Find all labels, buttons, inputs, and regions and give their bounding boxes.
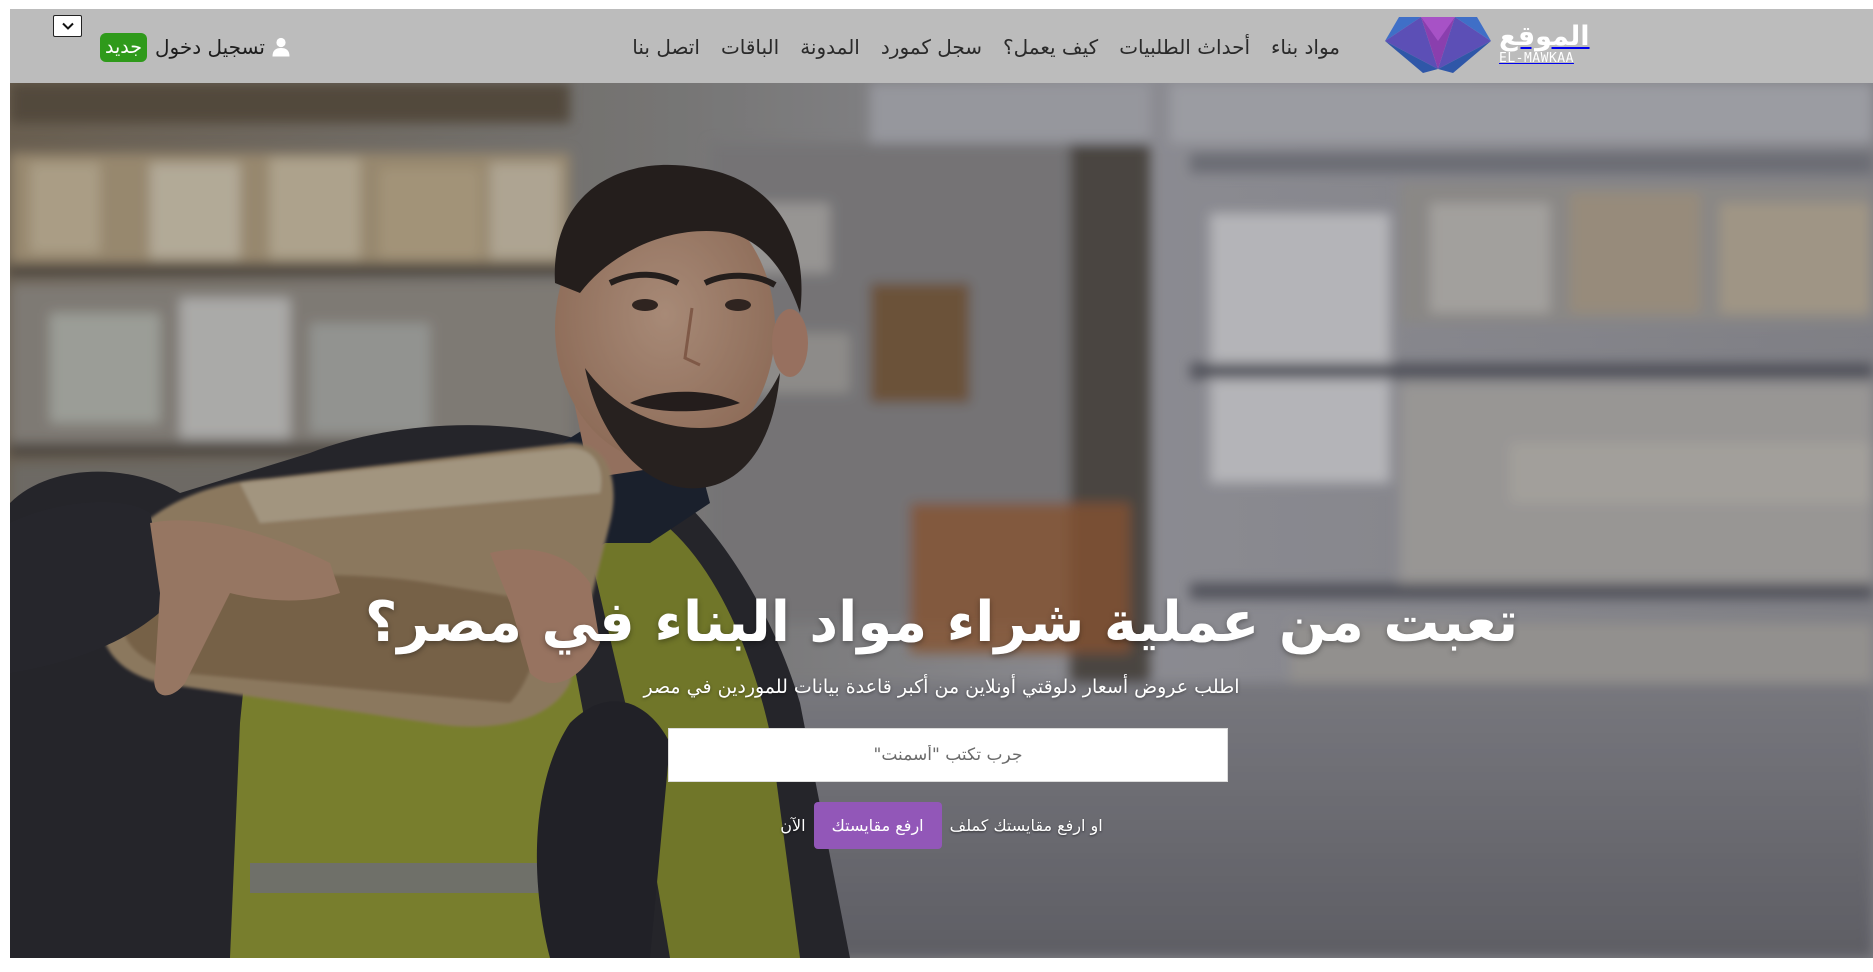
nav-packages[interactable]: الباقات [721,35,779,59]
logo-latin-text: EL-MAWKAA [1499,51,1574,66]
language-dropdown[interactable] [53,15,82,37]
nav-blog[interactable]: المدونة [800,35,860,59]
upload-cta-suffix: الآن [780,815,806,835]
site-logo[interactable]: الموقع EL-MAWKAA [1383,11,1603,77]
hero-section: تعبت من عملية شراء مواد البناء في مصر؟ ا… [10,83,1873,958]
hero-subtitle: اطلب عروض أسعار دلوقتي أونلاين من أكبر ق… [643,676,1240,698]
upload-cta-prefix: او ارفع مقايستك كملف [949,815,1103,835]
hero-title: تعبت من عملية شراء مواد البناء في مصر؟ [364,590,1519,655]
user-icon [272,37,290,57]
new-badge[interactable]: جديد [100,32,147,62]
logo-mark-icon [1385,17,1491,73]
top-navbar: جديد تسجيل دخول مواد بناء أحداث الطلبيات… [10,9,1873,83]
search-input[interactable] [668,728,1228,782]
user-area: جديد تسجيل دخول [100,31,290,63]
nav-register-supplier[interactable]: سجل كمورد [881,35,982,59]
nav-building-materials[interactable]: مواد بناء [1271,35,1340,59]
page-frame: جديد تسجيل دخول مواد بناء أحداث الطلبيات… [10,9,1873,958]
main-nav: مواد بناء أحداث الطلبيات كيف يعمل؟ سجل ك… [590,31,1340,63]
logo-arabic-text: الموقع [1499,21,1590,52]
upload-cta-row: او ارفع مقايستك كملف ارفع مقايستك الآن [10,801,1873,849]
nav-latest-orders[interactable]: أحداث الطلبيات [1119,35,1250,59]
login-label: تسجيل دخول [154,35,265,59]
upload-quantities-button[interactable]: ارفع مقايستك [813,801,942,849]
chevron-down-icon [61,22,74,30]
nav-how-it-works[interactable]: كيف يعمل؟ [1003,35,1098,59]
login-link[interactable]: تسجيل دخول [155,35,290,59]
nav-contact[interactable]: اتصل بنا [632,35,700,59]
